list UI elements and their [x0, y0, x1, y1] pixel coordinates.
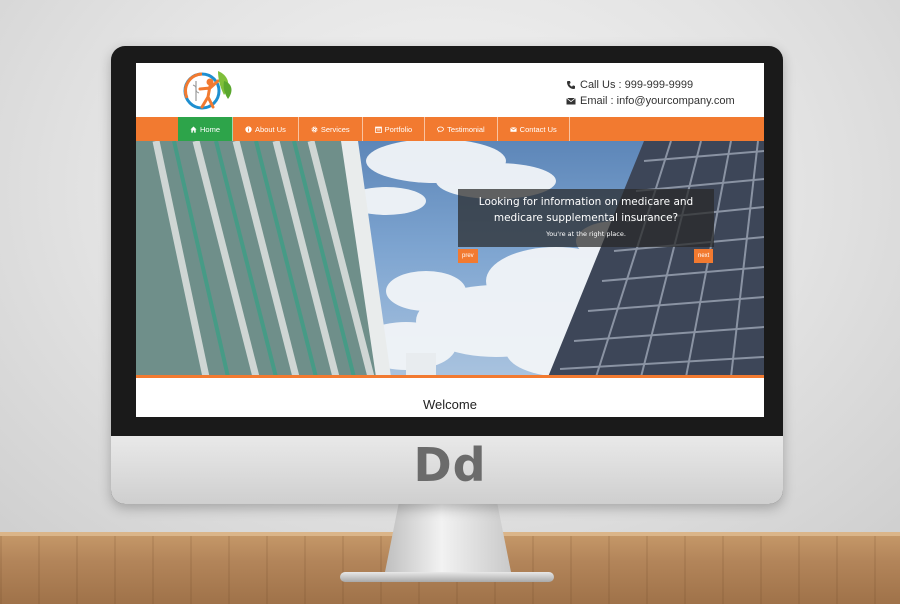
website-screen: Call Us : 999-999-9999 Email : info@your… — [136, 63, 764, 417]
nav-about-us-label: About Us — [255, 124, 286, 134]
monitor-stand — [383, 504, 513, 582]
nav-about-us[interactable]: About Us — [233, 117, 299, 141]
slider-next-button[interactable]: next — [694, 249, 714, 263]
comments-icon — [437, 126, 445, 132]
contact-info: Call Us : 999-999-9999 Email : info@your… — [566, 77, 735, 109]
contact-email-row: Email : info@yourcompany.com — [566, 93, 735, 109]
chin-logo: Dd — [413, 438, 487, 492]
nav-contact-us[interactable]: Contact Us — [498, 117, 570, 141]
nav-services[interactable]: Services — [299, 117, 363, 141]
contact-email[interactable]: Email : info@yourcompany.com — [580, 93, 735, 109]
welcome-heading: Welcome — [423, 397, 477, 412]
nav-services-label: Services — [320, 124, 350, 134]
slider-heading: Looking for information on medicare and … — [478, 196, 694, 224]
site-logo[interactable] — [180, 67, 234, 113]
nav-home-label: Home — [200, 124, 221, 134]
hero-image — [136, 141, 764, 377]
gear-icon — [311, 126, 318, 132]
hero-bottom-bar — [136, 375, 764, 378]
envelope-icon — [566, 97, 576, 105]
monitor-stand-base — [340, 572, 554, 582]
nav-testimonial-label: Testimonial — [447, 124, 485, 134]
contact-phone-row: Call Us : 999-999-9999 — [566, 77, 735, 93]
slider-prev-button[interactable]: prev — [458, 249, 478, 263]
home-icon — [190, 125, 197, 133]
info-icon — [245, 125, 252, 133]
nav-portfolio[interactable]: Portfolio — [363, 117, 426, 141]
contact-phone[interactable]: Call Us : 999-999-9999 — [580, 77, 693, 93]
slider-caption: Looking for information on medicare and … — [458, 189, 714, 247]
main-nav: Home About Us Services Portfolio Testimo… — [136, 117, 764, 141]
phone-icon — [567, 81, 575, 89]
nav-testimonial[interactable]: Testimonial — [425, 117, 498, 141]
nav-contact-us-label: Contact Us — [519, 124, 557, 134]
calendar-icon — [374, 126, 382, 133]
slider-subtext: You're at the right place. — [546, 230, 626, 238]
envelope-icon — [509, 126, 517, 132]
hero-slider: Looking for information on medicare and … — [136, 141, 764, 377]
site-header: Call Us : 999-999-9999 Email : info@your… — [136, 63, 764, 117]
nav-portfolio-label: Portfolio — [384, 124, 413, 134]
nav-home[interactable]: Home — [178, 117, 234, 141]
